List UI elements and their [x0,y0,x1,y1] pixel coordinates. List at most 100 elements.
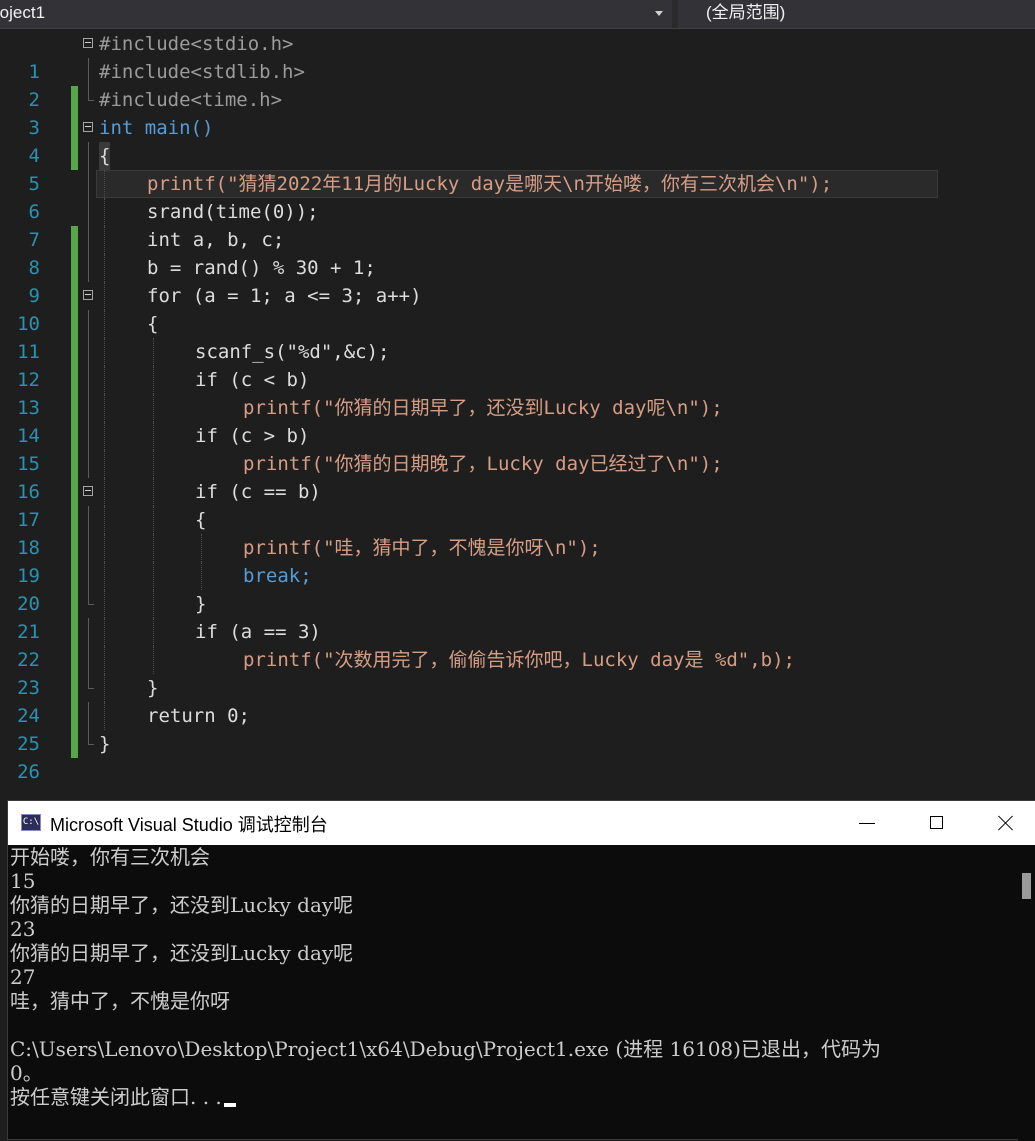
indent-guide [153,506,154,534]
collapse-icon[interactable] [83,122,93,132]
code-line: 26 } [0,730,1035,783]
code-line: 7 srand(time(0)); [0,198,1035,282]
indent-guide [104,226,105,254]
code-text: } [147,677,159,699]
indent-guide [104,198,105,226]
indent-guide [153,646,154,674]
console-line: 23 [10,917,36,941]
code-line: 6 printf("猜猜2022年11月的Lucky day是哪天\n开始喽，你… [0,170,1035,254]
line-number: 26 [17,761,40,783]
fold-guide [88,590,94,605]
code-line: 10 for (a = 1; a <= 3; a++) [0,282,1035,366]
project-dropdown-label: roject1 [0,3,46,22]
console-scrollbar[interactable] [1018,845,1035,1141]
code-editor[interactable]: 1 #include<stdio.h> 2 #include<stdlib.h>… [0,30,1035,800]
code-line: 1 #include<stdio.h> [0,30,1035,114]
code-text: { [147,313,159,335]
fold-guide [88,674,94,689]
console-line: C:\Users\Lenovo\Desktop\Project1\x64\Deb… [10,1037,881,1061]
fold-guide [88,254,89,282]
fold-guide [88,366,89,394]
code-line: 4 int main() [0,114,1035,167]
code-text: if (a == 3) [195,621,321,643]
indent-guide [153,478,154,506]
minimize-button[interactable] [832,801,902,845]
indent-guide [104,366,105,394]
code-line: 21 } [0,590,1035,674]
indent-guide [153,618,154,646]
indent-guide [153,394,154,422]
maximize-button[interactable] [902,801,972,845]
code-line: 2 #include<stdlib.h> [0,58,1035,142]
fold-guide [88,422,89,450]
code-line: 16 printf("你猜的日期晚了，Lucky day已经过了\n"); [0,450,1035,534]
fold-guide [88,338,89,366]
indent-guide [153,450,154,478]
code-text: srand(time(0)); [147,201,319,223]
project-dropdown[interactable]: roject1 [0,0,672,28]
code-text: return 0; [147,705,250,727]
code-line: 9 b = rand() % 30 + 1; [0,254,1035,338]
text-cursor [223,1102,236,1107]
console-line: 你猜的日期早了，还没到Lucky day呢 [10,941,354,965]
indent-guide [104,394,105,422]
code-text: int a, b, c; [147,229,285,251]
indent-guide [104,702,105,730]
scope-dropdown[interactable]: (全局范围) [678,0,1035,28]
close-button[interactable] [971,801,1035,845]
collapse-icon[interactable] [83,486,93,496]
code-line: 19 printf("哇，猜中了，不愧是你呀\n"); [0,534,1035,618]
code-line: 14 printf("你猜的日期早了，还没到Lucky day呢\n"); [0,394,1035,478]
collapse-icon[interactable] [83,38,93,48]
indent-guide [104,590,105,618]
code-line: 5 { [0,142,1035,195]
navigation-bar: roject1 (全局范围) [0,0,1035,29]
code-line: 24 } [0,674,1035,758]
fold-guide [88,58,89,86]
fold-guide [88,198,89,226]
fold-guide [88,310,89,338]
code-text: b = rand() % 30 + 1; [147,257,376,279]
chevron-down-icon[interactable] [655,11,663,16]
console-app-icon: C:\ [21,814,41,831]
code-text: if (c > b) [195,425,310,447]
indent-guide [104,562,105,590]
code-line: 22 if (a == 3) [0,618,1035,702]
fold-guide [88,534,89,562]
indent-guide [104,338,105,366]
indent-guide [153,366,154,394]
indent-guide [201,562,202,590]
fold-guide [88,618,89,646]
code-line: 23 printf("次数用完了，偷偷告诉你吧，Lucky day是 %d",b… [0,646,1035,730]
code-line: 15 if (c > b) [0,422,1035,506]
code-text: #include<stdio.h> [99,33,294,55]
code-text: if (c < b) [195,369,310,391]
code-text: printf("你猜的日期早了，还没到Lucky day呢\n"); [243,397,723,419]
console-output[interactable]: 开始喽，你有三次机会 15 你猜的日期早了，还没到Lucky day呢 23 你… [8,845,1018,1141]
code-text: { [99,142,111,170]
console-line: 哇，猜中了，不愧是你呀 [10,989,230,1013]
collapse-icon[interactable] [83,290,93,300]
indent-guide [153,590,154,618]
debug-console-window[interactable]: C:\ Microsoft Visual Studio 调试控制台 开始喽，你有… [7,800,1035,1141]
fold-guide [88,394,89,422]
code-text: #include<stdlib.h> [99,61,305,83]
console-title-bar[interactable]: C:\ Microsoft Visual Studio 调试控制台 [8,801,1035,845]
code-text: printf("次数用完了，偷偷告诉你吧，Lucky day是 %d",b); [243,649,795,671]
indent-guide [153,562,154,590]
code-text: break; [243,565,312,587]
indent-guide [201,534,202,562]
fold-guide [88,702,89,730]
console-prompt-line: 按任意键关闭此窗口. . . [10,1085,236,1109]
fold-guide [88,450,89,478]
fold-guide [88,730,94,745]
fold-guide [88,646,89,674]
fold-guide [88,226,89,254]
fold-guide [88,86,94,101]
indent-guide [104,422,105,450]
code-text: #include<time.h> [99,89,283,111]
code-text: printf("哇，猜中了，不愧是你呀\n"); [243,537,601,559]
indent-guide [104,254,105,282]
indent-guide [104,646,105,674]
scrollbar-thumb[interactable] [1022,873,1031,899]
